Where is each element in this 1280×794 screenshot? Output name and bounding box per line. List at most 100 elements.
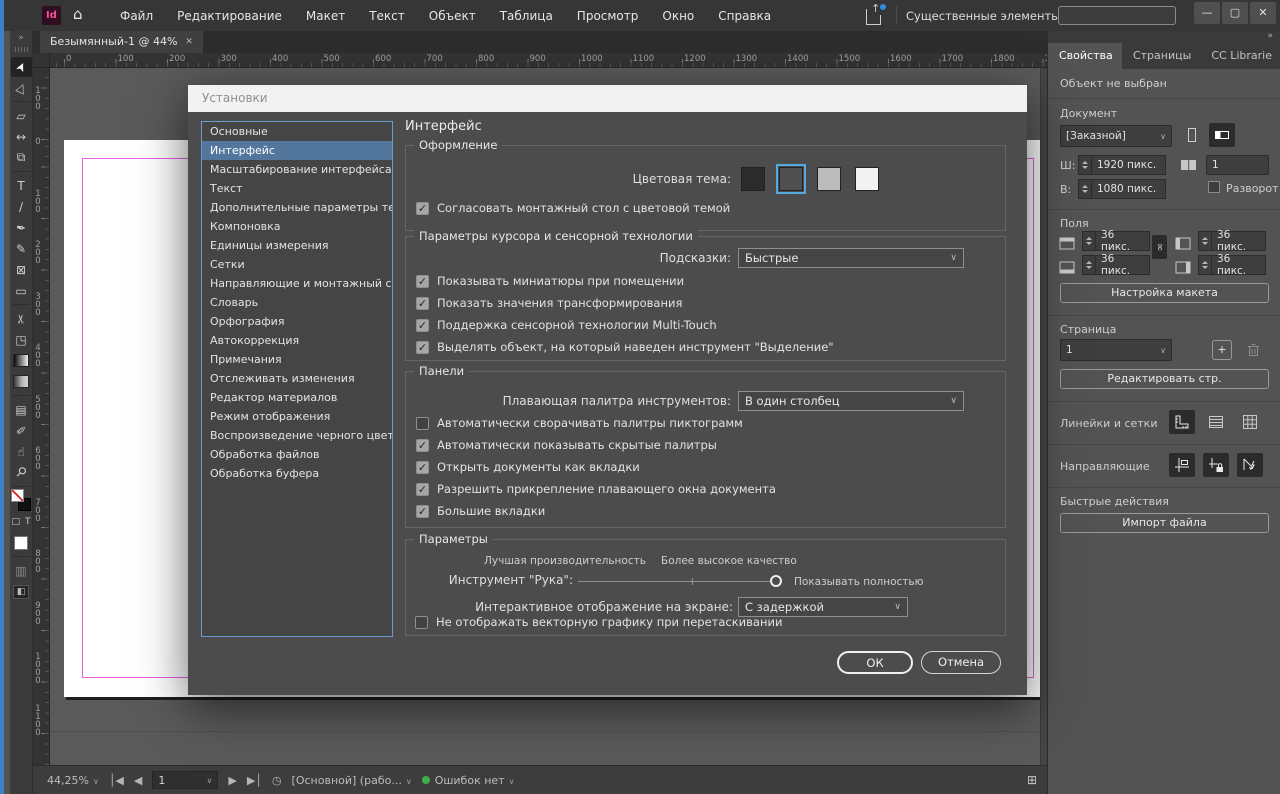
current-page-dropdown[interactable]: 1∨ xyxy=(1060,339,1172,361)
search-input[interactable] xyxy=(1058,6,1176,25)
pref-category-2[interactable]: Масштабирование интерфейса xyxy=(202,160,392,179)
delete-page-icon[interactable] xyxy=(1240,338,1266,362)
import-file-button[interactable]: Импорт файла xyxy=(1060,513,1269,533)
pref-category-4[interactable]: Дополнительные параметры текста xyxy=(202,198,392,217)
baseline-grid-button[interactable] xyxy=(1203,410,1229,434)
theme-swatch-light[interactable] xyxy=(814,164,844,194)
tab-close-icon[interactable]: ✕ xyxy=(185,31,193,53)
panels-checkbox-1[interactable]: ✓ xyxy=(416,439,429,452)
pref-category-18[interactable]: Обработка буфера xyxy=(202,464,392,483)
type-tool[interactable]: T xyxy=(11,176,32,196)
adjust-layout-button[interactable]: Настройка макета xyxy=(1060,283,1269,303)
last-page-button[interactable]: ▶│ xyxy=(247,774,262,787)
line-tool[interactable]: ∕ xyxy=(11,197,32,217)
pref-category-12[interactable]: Примечания xyxy=(202,350,392,369)
dock-collapse-strip[interactable]: » xyxy=(1048,31,1280,43)
preflight-status[interactable]: Ошибок нет∨ xyxy=(422,774,515,787)
facing-pages-checkbox[interactable] xyxy=(1208,181,1220,193)
menu-item-6[interactable]: Просмотр xyxy=(577,9,639,23)
preview-proof-icon[interactable]: ▥ xyxy=(11,561,32,581)
menu-item-1[interactable]: Редактирование xyxy=(177,9,282,23)
maximize-button[interactable]: ▢ xyxy=(1222,2,1248,24)
margin-inner-stepper[interactable]: 36 пикс. xyxy=(1198,231,1266,251)
add-page-button[interactable]: + xyxy=(1212,340,1232,360)
spread-view-button[interactable]: ⊞ xyxy=(1027,773,1037,787)
vertical-scrollbar[interactable] xyxy=(1040,68,1047,765)
page-tool[interactable]: ▱ xyxy=(11,106,32,126)
pref-category-3[interactable]: Текст xyxy=(202,179,392,198)
hand-tool[interactable]: ☝ xyxy=(11,442,32,462)
panels-checkbox-3[interactable]: ✓ xyxy=(416,483,429,496)
cursor-touch-checkbox-2[interactable]: ✓ xyxy=(416,319,429,332)
pref-category-7[interactable]: Сетки xyxy=(202,255,392,274)
gradient-feather-tool[interactable] xyxy=(11,372,32,392)
pages-count-input[interactable]: 1 xyxy=(1206,155,1269,175)
edit-page-button[interactable]: Редактировать стр. xyxy=(1060,369,1269,389)
menu-item-4[interactable]: Объект xyxy=(429,9,476,23)
gap-tool[interactable]: ↔ xyxy=(11,127,32,147)
frame-tool[interactable]: ⊠ xyxy=(11,260,32,280)
pref-category-11[interactable]: Автокоррекция xyxy=(202,331,392,350)
zoom-tool[interactable]: ⚲ xyxy=(11,463,32,483)
panel-tab-2[interactable]: CC Librarie xyxy=(1200,43,1280,69)
floating-toolbar-dropdown[interactable]: В один столбец∨ xyxy=(738,391,964,411)
gradient-swatch-tool[interactable] xyxy=(11,351,32,371)
cursor-touch-checkbox-3[interactable]: ✓ xyxy=(416,341,429,354)
theme-swatch-darkest[interactable] xyxy=(738,164,768,194)
apply-none-swatch[interactable] xyxy=(11,533,32,553)
landscape-orientation-button[interactable] xyxy=(1209,123,1235,147)
vector-drag-checkbox[interactable] xyxy=(415,616,428,629)
note-tool[interactable]: ▤ xyxy=(11,400,32,420)
next-page-button[interactable]: ▶ xyxy=(228,774,236,787)
height-value[interactable]: 1080 пикс. xyxy=(1091,179,1166,199)
margin-bottom-stepper[interactable]: 36 пикс. xyxy=(1082,255,1150,275)
pref-category-14[interactable]: Редактор материалов xyxy=(202,388,392,407)
menu-item-0[interactable]: Файл xyxy=(120,9,153,23)
indesign-logo-icon[interactable]: Id xyxy=(42,6,61,25)
theme-swatch-lightest[interactable] xyxy=(852,164,882,194)
free-transform-tool[interactable]: ◳ xyxy=(11,330,32,350)
workspace-switcher[interactable]: Существенные элементы∨ xyxy=(906,9,1073,23)
show-rulers-button[interactable] xyxy=(1169,410,1195,434)
stepper-arrows-icon[interactable] xyxy=(1078,155,1091,175)
pref-category-16[interactable]: Воспроизведение черного цвета xyxy=(202,426,392,445)
ruler-origin-corner[interactable] xyxy=(33,53,50,68)
show-guides-button[interactable] xyxy=(1169,453,1195,477)
zoom-level[interactable]: 44,25%∨ xyxy=(47,774,99,787)
pref-category-6[interactable]: Единицы измерения xyxy=(202,236,392,255)
height-stepper[interactable]: 1080 пикс. xyxy=(1078,179,1166,199)
pref-category-13[interactable]: Отслеживать изменения xyxy=(202,369,392,388)
first-page-button[interactable]: │◀ xyxy=(109,774,124,787)
portrait-orientation-button[interactable] xyxy=(1179,123,1205,147)
close-button[interactable]: ✕ xyxy=(1250,2,1276,24)
document-tab[interactable]: Безымянный-1 @ 44% ✕ xyxy=(40,31,203,53)
smart-guides-button[interactable] xyxy=(1237,453,1263,477)
hand-tool-slider-handle[interactable] xyxy=(770,575,782,587)
cancel-button[interactable]: Отмена xyxy=(921,651,1001,674)
direct-selection-tool[interactable]: ▷ xyxy=(11,78,32,98)
screen-mode-button[interactable]: ◧ xyxy=(11,582,32,602)
preflight-icon[interactable]: ◷ xyxy=(272,774,282,787)
menu-item-3[interactable]: Текст xyxy=(369,9,405,23)
pref-category-15[interactable]: Режим отображения xyxy=(202,407,392,426)
minimize-button[interactable]: — xyxy=(1194,2,1220,24)
scissors-tool[interactable]: ✂ xyxy=(11,309,32,329)
width-value[interactable]: 1920 пикс. xyxy=(1091,155,1166,175)
menu-item-8[interactable]: Справка xyxy=(718,9,771,23)
eyedropper-tool[interactable]: ✐ xyxy=(11,421,32,441)
fill-stroke-swatches[interactable] xyxy=(11,491,32,511)
vertical-ruler[interactable]: 100010020030040050060070080090010001100 xyxy=(33,68,50,765)
lock-guides-button[interactable] xyxy=(1203,453,1229,477)
dialog-titlebar[interactable]: Установки xyxy=(188,85,1027,112)
pen-tool[interactable]: ✒ xyxy=(11,218,32,238)
menu-item-5[interactable]: Таблица xyxy=(500,9,553,23)
rectangle-tool[interactable]: ▭ xyxy=(11,281,32,301)
hand-tool-slider-track[interactable] xyxy=(578,581,776,582)
horizontal-ruler[interactable]: 0100200300400500600700800900100011001200… xyxy=(50,53,1047,68)
pref-category-0[interactable]: Основные xyxy=(202,122,392,141)
panels-checkbox-2[interactable]: ✓ xyxy=(416,461,429,474)
match-pasteboard-checkbox[interactable]: ✓ xyxy=(416,202,429,215)
master-page-dropdown[interactable]: [Основной] (рабо...∨ xyxy=(292,774,412,787)
pref-category-8[interactable]: Направляющие и монтажный стол xyxy=(202,274,392,293)
toolbar-grip[interactable] xyxy=(15,47,28,52)
